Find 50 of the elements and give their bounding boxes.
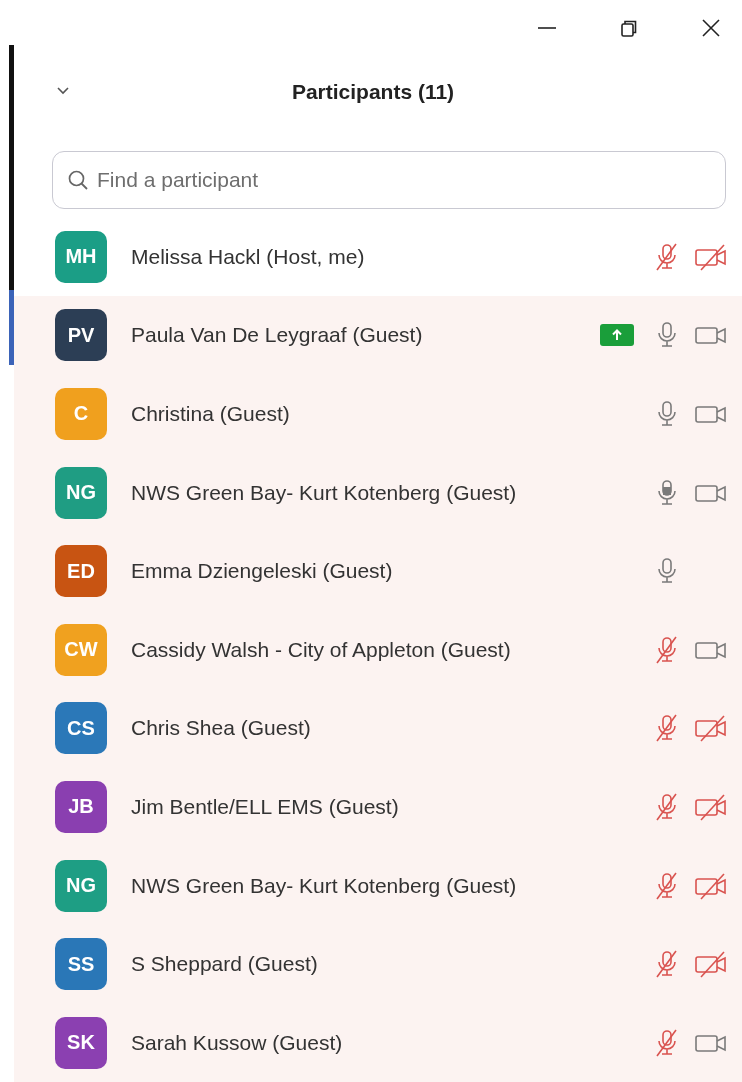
participant-row[interactable]: PV Paula Van De Leygraaf (Guest) [14, 296, 742, 375]
search-field[interactable]: Find a participant [52, 151, 726, 210]
microphone-icon[interactable] [654, 1027, 680, 1058]
screen-share-icon[interactable] [600, 324, 634, 347]
participant-row[interactable]: SK Sarah Kussow (Guest) [14, 1003, 742, 1082]
participant-name: Melissa Hackl (Host, me) [131, 244, 366, 269]
microphone-icon[interactable] [654, 791, 680, 822]
participant-row[interactable]: ED Emma Dziengeleski (Guest) [14, 531, 742, 611]
avatar: MH [55, 230, 107, 283]
panel-title: Participants (11) [291, 79, 455, 104]
avatar: JB [55, 780, 107, 833]
participant-row[interactable]: CS Chris Shea (Guest) [14, 689, 742, 768]
microphone-icon[interactable] [654, 634, 680, 665]
participant-name: Emma Dziengeleski (Guest) [131, 559, 394, 584]
participant-row[interactable]: SS S Sheppard (Guest) [14, 924, 742, 1004]
video-camera-icon[interactable] [694, 792, 728, 821]
microphone-icon[interactable] [654, 949, 680, 980]
participant-name: Paula Van De Leygraaf (Guest) [131, 323, 424, 348]
video-camera-icon[interactable] [694, 242, 728, 271]
video-camera-icon[interactable] [694, 714, 728, 743]
avatar: SK [55, 1016, 107, 1069]
participant-name: Christina (Guest) [131, 401, 291, 426]
microphone-icon[interactable] [654, 713, 680, 744]
avatar: PV [55, 309, 107, 362]
participant-name: S Sheppard (Guest) [131, 952, 319, 977]
avatar: SS [55, 938, 107, 991]
search-icon [67, 169, 89, 192]
participant-row[interactable]: NG NWS Green Bay- Kurt Kotenberg (Guest) [14, 846, 742, 925]
avatar: C [55, 387, 107, 440]
chevron-down-icon[interactable] [56, 85, 70, 95]
avatar: CS [55, 702, 107, 755]
participant-row[interactable]: JB Jim Bentle/ELL EMS (Guest) [14, 767, 742, 847]
participant-name: NWS Green Bay- Kurt Kotenberg (Guest) [131, 873, 518, 898]
microphone-icon[interactable] [654, 241, 680, 272]
video-camera-icon[interactable] [694, 871, 728, 900]
participant-name: Jim Bentle/ELL EMS (Guest) [131, 794, 400, 819]
avatar: NG [55, 859, 107, 912]
avatar: CW [55, 623, 107, 676]
video-camera-icon[interactable] [694, 950, 728, 979]
participant-name: NWS Green Bay- Kurt Kotenberg (Guest) [131, 480, 518, 505]
participant-name: Chris Shea (Guest) [131, 716, 312, 741]
close-icon[interactable] [700, 16, 722, 39]
avatar: NG [55, 466, 107, 519]
participant-name: Sarah Kussow (Guest) [131, 1030, 344, 1055]
participant-name: Cassidy Walsh - City of Appleton (Guest) [131, 637, 512, 662]
participant-row[interactable]: CW Cassidy Walsh - City of Appleton (Guest) [14, 610, 742, 690]
participant-row[interactable]: NG NWS Green Bay- Kurt Kotenberg (Guest) [14, 453, 742, 532]
avatar: ED [55, 545, 107, 598]
microphone-icon[interactable] [654, 870, 680, 901]
participant-row[interactable]: C Christina (Guest) [14, 374, 742, 454]
